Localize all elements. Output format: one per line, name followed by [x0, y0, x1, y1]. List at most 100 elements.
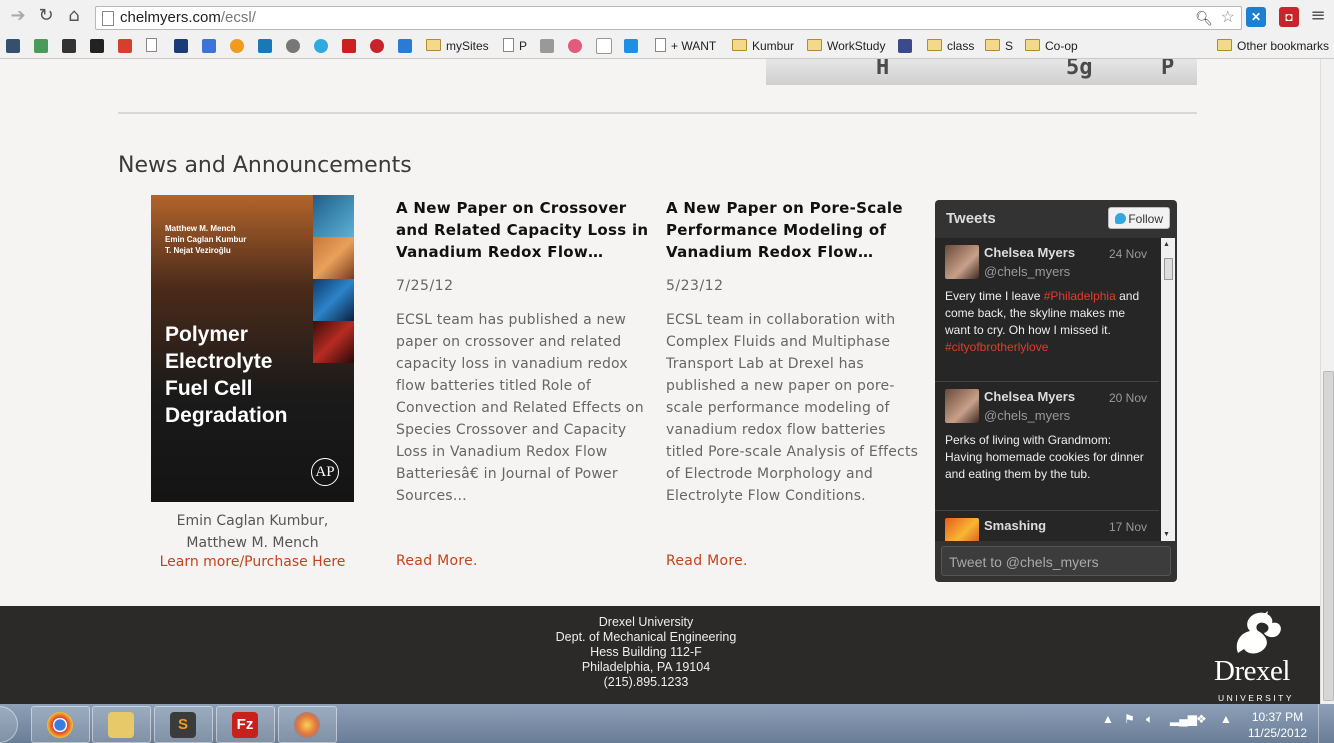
tweet-time[interactable]: 20 Nov [1109, 391, 1147, 405]
tweet-author[interactable]: Chelsea Myers [984, 245, 1075, 260]
drexel-logo[interactable]: Drexel UNIVERSITY [1212, 609, 1308, 704]
tweet-text: Perks of living with Grandmom: Having ho… [945, 433, 1144, 481]
dropbox-icon[interactable]: ❖ [1196, 712, 1207, 726]
address-bar[interactable]: chelmyers.com/ecsl/ 🔍︎ ☆ [95, 6, 1242, 30]
avatar[interactable] [945, 389, 979, 423]
follow-button[interactable]: Follow [1108, 207, 1170, 229]
show-desktop-button[interactable] [1318, 704, 1334, 743]
volume-icon[interactable]: 🔈︎ [1146, 712, 1153, 727]
swirl-icon[interactable] [568, 38, 586, 54]
taskbar-explorer[interactable] [92, 706, 151, 743]
tweet-author[interactable]: Smashing [984, 518, 1046, 533]
dragon-icon [1236, 611, 1281, 654]
twitter-bird-icon [1115, 213, 1126, 224]
bookmark-star-icon[interactable]: ☆ [1221, 7, 1235, 29]
blackboard-icon[interactable] [62, 38, 80, 54]
bookmark-folder-workstudy[interactable]: WorkStudy [807, 38, 885, 54]
hashtag-link[interactable]: #Philadelphia [1044, 289, 1116, 303]
plus-icon[interactable] [90, 38, 108, 54]
tweet-author[interactable]: Chelsea Myers [984, 389, 1075, 404]
taskbar-sublime[interactable]: S [154, 706, 213, 743]
twc-icon[interactable] [174, 38, 192, 54]
system-clock[interactable]: 10:37 PM 11/25/2012 [1245, 709, 1310, 741]
bookmark-p[interactable]: P [503, 38, 527, 54]
reload-icon[interactable]: ↻ [36, 6, 56, 26]
google-docs-icon[interactable] [202, 38, 220, 54]
book-cover[interactable]: Matthew M. Mench Emin Caglan Kumbur T. N… [151, 195, 354, 502]
purchase-link[interactable]: Learn more/Purchase Here [130, 554, 375, 570]
book-authors: Matthew M. Mench Emin Caglan Kumbur T. N… [165, 224, 247, 255]
bookmark-folder-other[interactable]: Other bookmarks [1217, 38, 1329, 54]
page-icon [102, 11, 114, 26]
tweet[interactable]: Chelsea Myers @chels_myers 24 Nov Every … [935, 238, 1159, 382]
menu-icon[interactable]: ≡ [1308, 6, 1328, 26]
folder-icon [985, 39, 1000, 51]
taskbar-filezilla[interactable]: Fz [216, 706, 275, 743]
tweet-time[interactable]: 17 Nov [1109, 520, 1147, 534]
play-icon[interactable] [624, 38, 642, 54]
home-icon[interactable]: ⌂ [64, 6, 84, 26]
tweet[interactable]: Chelsea Myers @chels_myers 20 Nov Perks … [935, 382, 1159, 511]
scroll-up-icon[interactable]: ▲ [1163, 241, 1170, 248]
pinterest-icon[interactable] [370, 38, 388, 54]
box-icon[interactable] [398, 38, 416, 54]
filezilla-icon: Fz [232, 712, 258, 738]
twitter-icon[interactable] [314, 38, 332, 54]
avatar[interactable] [945, 518, 979, 541]
bookmark-folder-mysites[interactable]: mySites [426, 38, 489, 54]
article-date: 5/23/12 [666, 278, 724, 294]
doc-icon[interactable] [146, 38, 162, 54]
bookmark-folder-class[interactable]: class [927, 38, 974, 54]
tweet-list[interactable]: Chelsea Myers @chels_myers 24 Nov Every … [935, 238, 1161, 541]
apple-icon[interactable] [286, 38, 304, 54]
tweet-handle: @chels_myers [984, 264, 1071, 279]
tray-expand-icon[interactable]: ▲ [1102, 712, 1114, 726]
signal-icon[interactable]: ▂▄▆ [1170, 712, 1197, 726]
wikipedia-icon[interactable] [596, 38, 616, 54]
article-title[interactable]: A New Paper on Crossover and Related Cap… [396, 197, 651, 263]
zoom-icon[interactable]: 🔍︎ [1195, 7, 1213, 29]
grid-icon[interactable] [540, 38, 558, 54]
hashtag-link[interactable]: #cityofbrotherlylove [945, 340, 1048, 354]
taskbar-paint[interactable] [278, 706, 337, 743]
tweet-compose-input[interactable]: Tweet to @chels_myers [941, 546, 1171, 576]
taskbar: S Fz ▲ ⚑ 🔈︎ ▂▄▆ ❖ ▲ 10:37 PM 11/25/2012 [0, 704, 1334, 743]
tweet[interactable]: Smashing 17 Nov [935, 511, 1159, 541]
article-date: 7/25/12 [396, 278, 454, 294]
tweet-scrollbar[interactable]: ▲ ▼ [1161, 238, 1175, 541]
page-scrollbar[interactable] [1320, 59, 1334, 704]
drive-icon[interactable]: ▲ [1220, 712, 1232, 726]
bookmark-s-icon[interactable] [898, 38, 916, 54]
avatar[interactable] [945, 245, 979, 279]
flag-icon[interactable]: ⚑ [1124, 712, 1135, 726]
gmail-icon[interactable] [118, 38, 136, 54]
linkedin-icon[interactable] [258, 38, 276, 54]
article-title[interactable]: A New Paper on Pore-Scale Performance Mo… [666, 197, 921, 263]
read-more-link[interactable]: Read More. [396, 553, 478, 569]
maps-icon[interactable] [34, 38, 52, 54]
page-footer: Drexel University Dept. of Mechanical En… [0, 606, 1320, 704]
url-text: chelmyers.com/ecsl/ [120, 9, 256, 26]
bookmark-folder-coop[interactable]: Co-op [1025, 38, 1078, 54]
bookmark-folder-kumbur[interactable]: Kumbur [732, 38, 794, 54]
taskbar-chrome[interactable] [31, 706, 90, 743]
page-content: H 5g P News and Announcements Matthew M.… [0, 59, 1320, 606]
scroll-thumb[interactable] [1323, 371, 1334, 701]
folder-icon [927, 39, 942, 51]
doc-icon [655, 38, 666, 52]
tumblr-icon[interactable] [6, 38, 24, 54]
forward-arrow-icon[interactable]: ➔ [8, 6, 28, 26]
start-button[interactable] [0, 706, 18, 743]
read-more-link[interactable]: Read More. [666, 553, 748, 569]
footer-address: Drexel University Dept. of Mechanical En… [555, 615, 737, 689]
bookmark-folder-s[interactable]: S [985, 38, 1013, 54]
bookmark-want[interactable]: + WANT [655, 38, 716, 54]
media-icon[interactable] [230, 38, 248, 54]
twitter-widget: Tweets Follow Chelsea Myers @chels_myers… [935, 200, 1177, 582]
extension-icon[interactable]: ✕ [1246, 7, 1266, 27]
tweet-time[interactable]: 24 Nov [1109, 247, 1147, 261]
scroll-thumb[interactable] [1164, 258, 1173, 280]
youtube-icon[interactable] [342, 38, 360, 54]
extension-badge-icon[interactable]: ◘ [1279, 7, 1299, 27]
scroll-down-icon[interactable]: ▼ [1163, 531, 1170, 538]
